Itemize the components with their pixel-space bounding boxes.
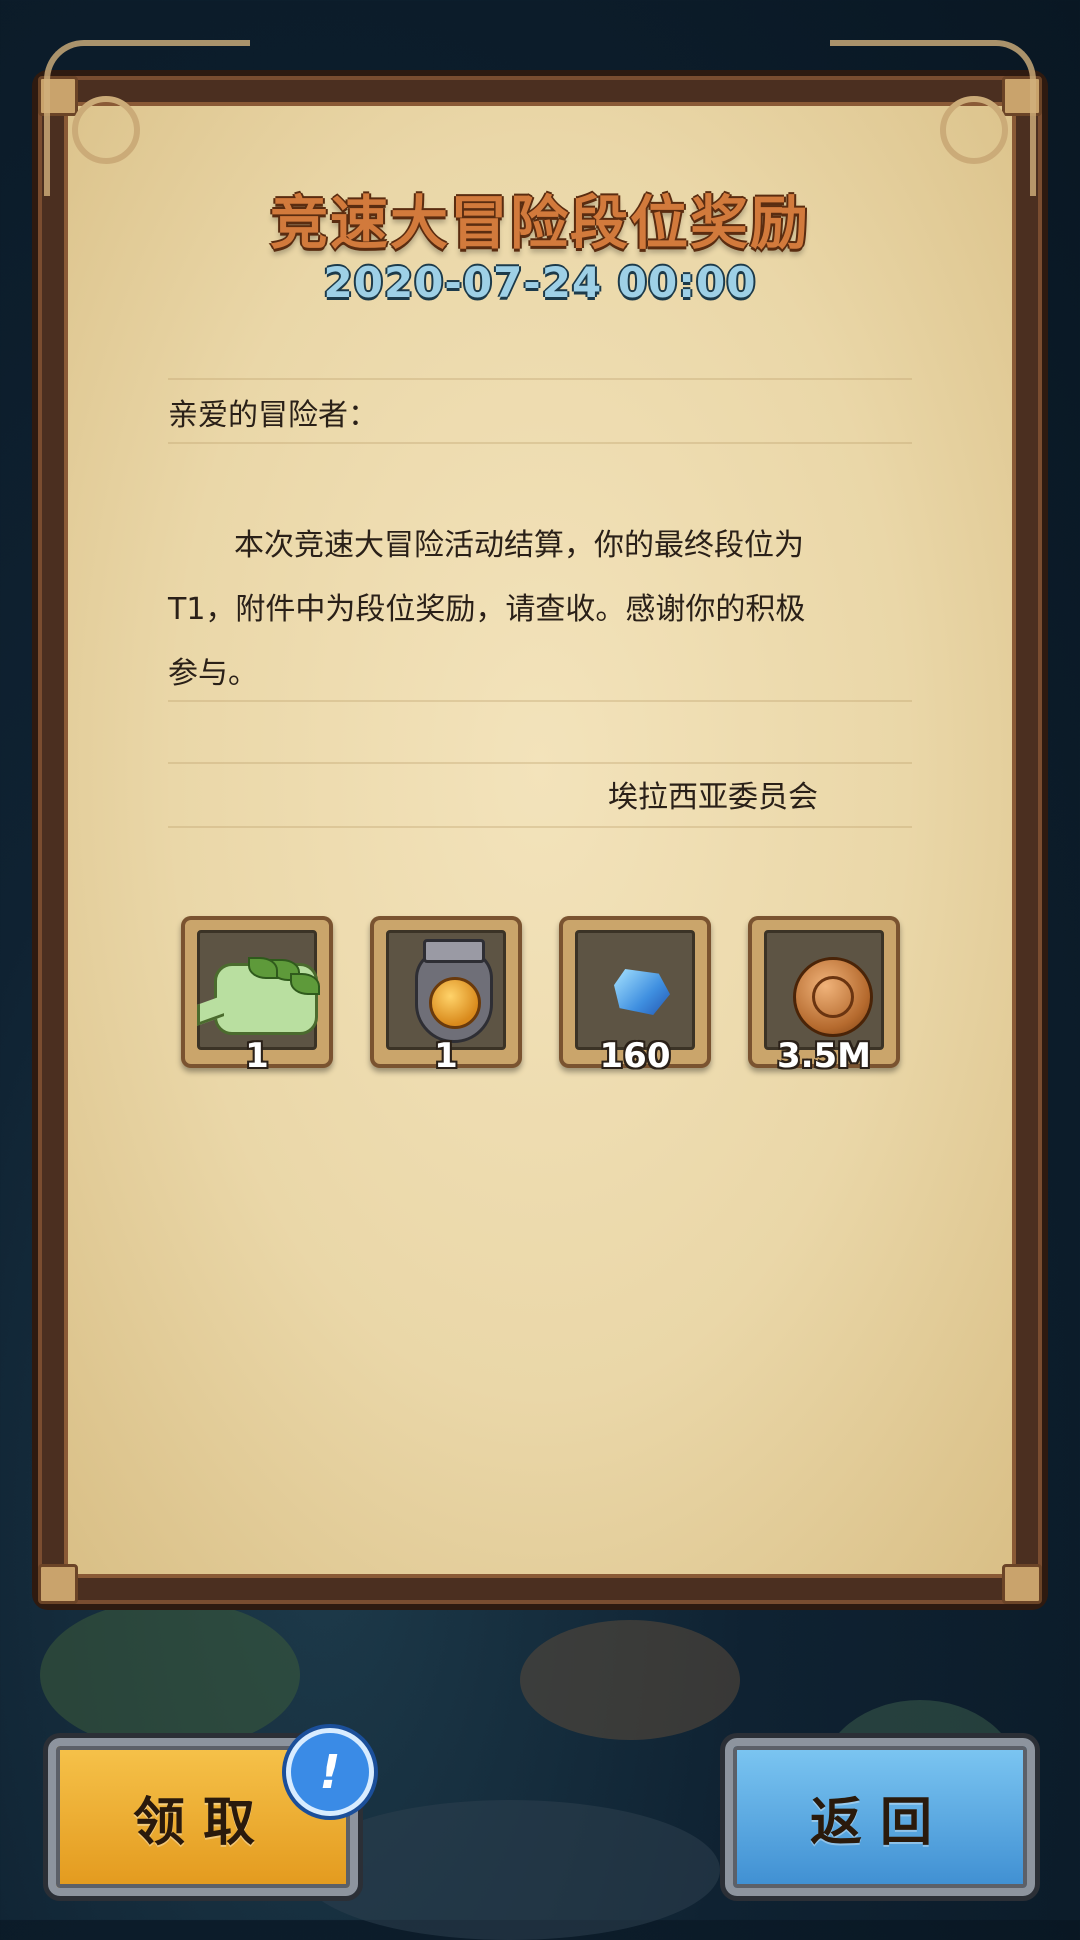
medal-clasp <box>423 939 485 963</box>
reward-slot-vine-bubble[interactable]: 1 <box>181 916 333 1076</box>
blue-crystal-icon <box>614 969 670 1015</box>
knot-ornament-icon <box>940 96 1008 164</box>
background-island <box>40 1600 300 1750</box>
back-button[interactable]: 返回 <box>725 1738 1035 1896</box>
parchment <box>64 102 1016 1578</box>
paper-rule-line <box>168 762 912 764</box>
reward-slot-coin[interactable]: 3.5M <box>748 916 900 1076</box>
corner-ornament <box>1002 1564 1042 1604</box>
back-button-label: 返回 <box>809 1792 950 1853</box>
knot-ornament-icon <box>72 96 140 164</box>
medal-face <box>429 977 481 1029</box>
corner-ornament <box>38 1564 78 1604</box>
mail-date: 2020-07-24 00:00 <box>323 258 757 307</box>
mail-greeting: 亲爱的冒险者： <box>168 398 378 433</box>
paper-rule-line <box>168 378 912 380</box>
gold-coin-icon <box>793 957 873 1037</box>
reward-count: 160 <box>599 1036 671 1076</box>
mail-signature: 埃拉西亚委员会 <box>608 780 818 815</box>
mail-body: 本次竞速大冒险活动结算，你的最终段位为T1，附件中为段位奖励，请查收。感谢你的积… <box>168 528 806 691</box>
background-island <box>300 1800 720 1940</box>
reward-slot-medal[interactable]: 1 <box>370 916 522 1076</box>
reward-count: 1 <box>434 1036 458 1076</box>
reward-count: 3.5M <box>776 1036 872 1076</box>
paper-rule-line <box>168 826 912 828</box>
claim-button-label: 领取 <box>132 1792 273 1853</box>
reward-slot-crystal[interactable]: 160 <box>559 916 711 1076</box>
reward-count: 1 <box>245 1036 269 1076</box>
paper-rule-line <box>168 442 912 444</box>
background-island <box>520 1620 740 1740</box>
mail-title: 竞速大冒险段位奖励 <box>269 189 810 257</box>
notification-badge-icon: ! <box>286 1728 374 1816</box>
